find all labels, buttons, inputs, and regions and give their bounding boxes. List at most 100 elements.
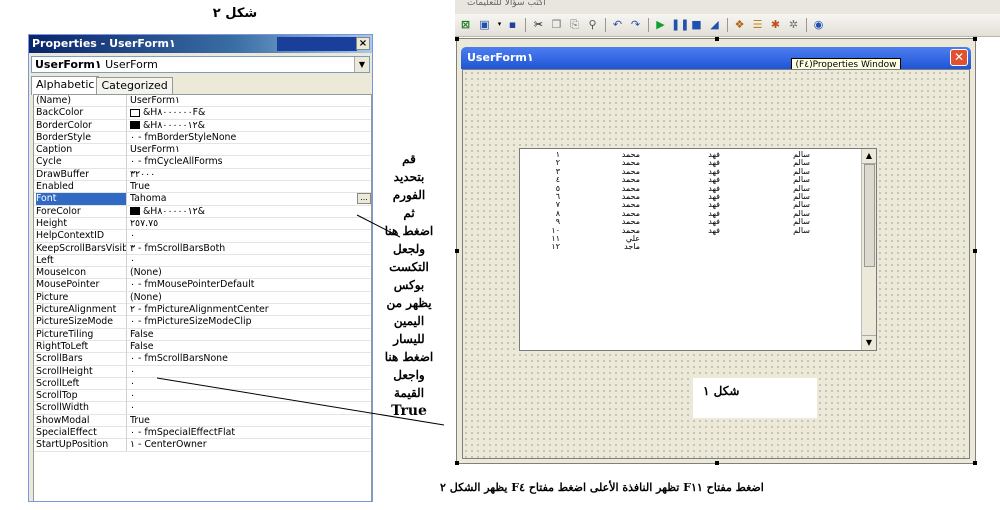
object-browser-icon[interactable]: ✱: [768, 17, 783, 32]
chevron-down-icon[interactable]: ▼: [354, 57, 369, 72]
property-row[interactable]: Font Tahoma...: [34, 193, 371, 206]
help-icon[interactable]: ◉: [811, 17, 826, 32]
property-row[interactable]: KeepScrollBarsVisible ٣ - fmScrollBarsBot…: [34, 242, 371, 255]
property-value[interactable]: ٢ - fmPictureAlignmentCenter: [130, 304, 360, 316]
property-row[interactable]: Enabled True: [34, 181, 371, 194]
property-value[interactable]: ٠ - fmBorderStyleNone: [130, 132, 360, 144]
property-value[interactable]: UserForm١: [130, 144, 360, 156]
property-value[interactable]: ٣٢٠٠٠: [130, 169, 360, 181]
property-row[interactable]: BorderStyle ٠ - fmBorderStyleNone: [34, 131, 371, 145]
property-value[interactable]: ٣ - fmScrollBarsBoth: [130, 243, 360, 255]
property-row[interactable]: ScrollTop ٠: [34, 390, 371, 403]
design-mode-icon[interactable]: ◢: [707, 17, 722, 32]
object-selector[interactable]: UserForm١ UserForm ▼: [31, 56, 370, 73]
property-value[interactable]: ٠: [130, 366, 360, 378]
list-item[interactable]: ٧ محمد فهد سالم: [520, 201, 862, 209]
tab-categorized[interactable]: Categorized: [96, 77, 173, 95]
property-value[interactable]: ٠ - fmMousePointerDefault: [130, 279, 360, 291]
property-value[interactable]: Tahoma: [130, 193, 360, 205]
property-row[interactable]: ShowModal True: [34, 414, 371, 428]
listbox[interactable]: ١ محمد فهد سالم ٢ محمد فهد سالم ٣ محمد فهد سالم ٤ محم…: [519, 148, 877, 351]
property-value[interactable]: ٠ - fmScrollBarsNone: [130, 353, 360, 365]
scroll-up-icon[interactable]: ▲: [862, 149, 876, 164]
property-value[interactable]: True: [130, 181, 360, 193]
property-value[interactable]: ١ - CenterOwner: [130, 439, 360, 451]
property-row[interactable]: BorderColor &H٨٠٠٠٠٠١٢&: [34, 119, 371, 132]
property-row[interactable]: Picture (None): [34, 291, 371, 305]
scroll-thumb[interactable]: [864, 164, 875, 267]
scroll-down-icon[interactable]: ▼: [862, 335, 876, 350]
insert-userform-icon[interactable]: ▣: [477, 17, 492, 32]
property-row[interactable]: ScrollHeight ٠: [34, 365, 371, 378]
property-row[interactable]: ScrollBars ٠ - fmScrollBarsNone: [34, 353, 371, 366]
property-value[interactable]: False: [130, 329, 360, 341]
project-explorer-icon[interactable]: ❖: [732, 17, 747, 32]
property-value[interactable]: True: [130, 415, 360, 427]
resize-handle[interactable]: [455, 249, 459, 253]
property-value[interactable]: (None): [130, 267, 360, 279]
property-value[interactable]: UserForm١: [130, 95, 360, 107]
list-item[interactable]: ٨ محمد فهد سالم: [520, 209, 862, 218]
property-row[interactable]: DrawBuffer ٣٢٠٠٠: [34, 168, 371, 182]
list-item[interactable]: ٥ محمد فهد سالم: [520, 184, 862, 193]
property-row[interactable]: Cycle ٠ - fmCycleAllForms: [34, 156, 371, 169]
property-value[interactable]: ٠: [130, 255, 360, 267]
close-icon[interactable]: ✕: [950, 49, 968, 66]
property-value[interactable]: ٢٥٧.٧٥: [130, 218, 360, 230]
property-row[interactable]: RightToLeft False: [34, 340, 371, 354]
run-icon[interactable]: ▶: [653, 17, 668, 32]
property-value[interactable]: ٠ - fmSpecialEffectFlat: [130, 427, 360, 439]
excel-icon[interactable]: ⊠: [458, 17, 473, 32]
property-row[interactable]: MousePointer ٠ - fmMousePointerDefault: [34, 279, 371, 292]
userform-title-bar[interactable]: UserForm١ (F٤)Properties Window ✕: [461, 47, 971, 72]
property-row[interactable]: PictureTiling False: [34, 328, 371, 341]
property-value[interactable]: &H٨٠٠٠٠٠٠F&: [130, 107, 360, 119]
copy-icon[interactable]: ❐: [549, 17, 564, 32]
resize-handle[interactable]: [973, 37, 977, 41]
cut-icon[interactable]: ✂: [531, 17, 546, 32]
list-item[interactable]: ١٠ محمد فهد سالم: [520, 226, 862, 235]
find-icon[interactable]: ⚲: [585, 17, 600, 32]
property-row[interactable]: ScrollWidth ٠: [34, 402, 371, 415]
property-value[interactable]: (None): [130, 292, 360, 304]
property-value[interactable]: ٠: [130, 378, 360, 390]
close-icon[interactable]: ×: [356, 37, 370, 50]
property-row[interactable]: ScrollLeft ٠: [34, 377, 371, 391]
property-row[interactable]: ForeColor &H٨٠٠٠٠٠١٢&: [34, 205, 371, 218]
property-value[interactable]: ٠: [130, 230, 360, 242]
property-value[interactable]: &H٨٠٠٠٠٠١٢&: [130, 206, 360, 218]
list-item[interactable]: ٤ محمد فهد سالم: [520, 176, 862, 184]
property-row[interactable]: HelpContextID ٠: [34, 230, 371, 243]
resize-handle[interactable]: [715, 461, 719, 465]
resize-handle[interactable]: [973, 461, 977, 465]
font-ellipsis-button[interactable]: ...: [357, 193, 371, 205]
tab-alphabetic[interactable]: Alphabetic: [31, 76, 100, 95]
list-item[interactable]: ١ محمد فهد سالم: [520, 151, 862, 159]
property-row[interactable]: (Name) UserForm١: [34, 95, 371, 108]
property-row[interactable]: Height ٢٥٧.٧٥: [34, 217, 371, 231]
listbox-scrollbar[interactable]: ▲ ▼: [861, 149, 876, 350]
property-value[interactable]: ٠: [130, 390, 360, 402]
toolbox-icon[interactable]: ✲: [786, 17, 801, 32]
property-row[interactable]: PictureSizeMode ٠ - fmPictureSizeModeClip: [34, 316, 371, 329]
list-item[interactable]: ٣ محمد فهد سالم: [520, 167, 862, 176]
property-value[interactable]: False: [130, 341, 360, 353]
list-item[interactable]: ١١ علي: [520, 234, 862, 243]
property-row[interactable]: PictureAlignment ٢ - fmPictureAlignmentCe…: [34, 304, 371, 317]
help-search-label[interactable]: اكتب سؤالا للتعليمات: [467, 0, 546, 8]
list-item[interactable]: ٢ محمد فهد سالم: [520, 159, 862, 167]
resize-handle[interactable]: [715, 37, 719, 41]
property-row[interactable]: Caption UserForm١: [34, 144, 371, 157]
label-control[interactable]: شكل ١: [693, 378, 817, 418]
list-item[interactable]: ٩ محمد فهد سالم: [520, 218, 862, 226]
redo-icon[interactable]: ↷: [628, 17, 643, 32]
property-value[interactable]: ٠ - fmPictureSizeModeClip: [130, 316, 360, 328]
property-row[interactable]: SpecialEffect ٠ - fmSpecialEffectFlat: [34, 427, 371, 440]
undo-icon[interactable]: ↶: [610, 17, 625, 32]
properties-title-bar[interactable]: Properties - UserForm١ ×: [29, 35, 372, 53]
reset-icon[interactable]: ■: [689, 17, 704, 32]
paste-icon[interactable]: ⎘: [567, 17, 582, 32]
properties-icon[interactable]: ☰: [750, 17, 765, 32]
property-value[interactable]: &H٨٠٠٠٠٠١٢&: [130, 120, 360, 132]
resize-handle[interactable]: [973, 249, 977, 253]
